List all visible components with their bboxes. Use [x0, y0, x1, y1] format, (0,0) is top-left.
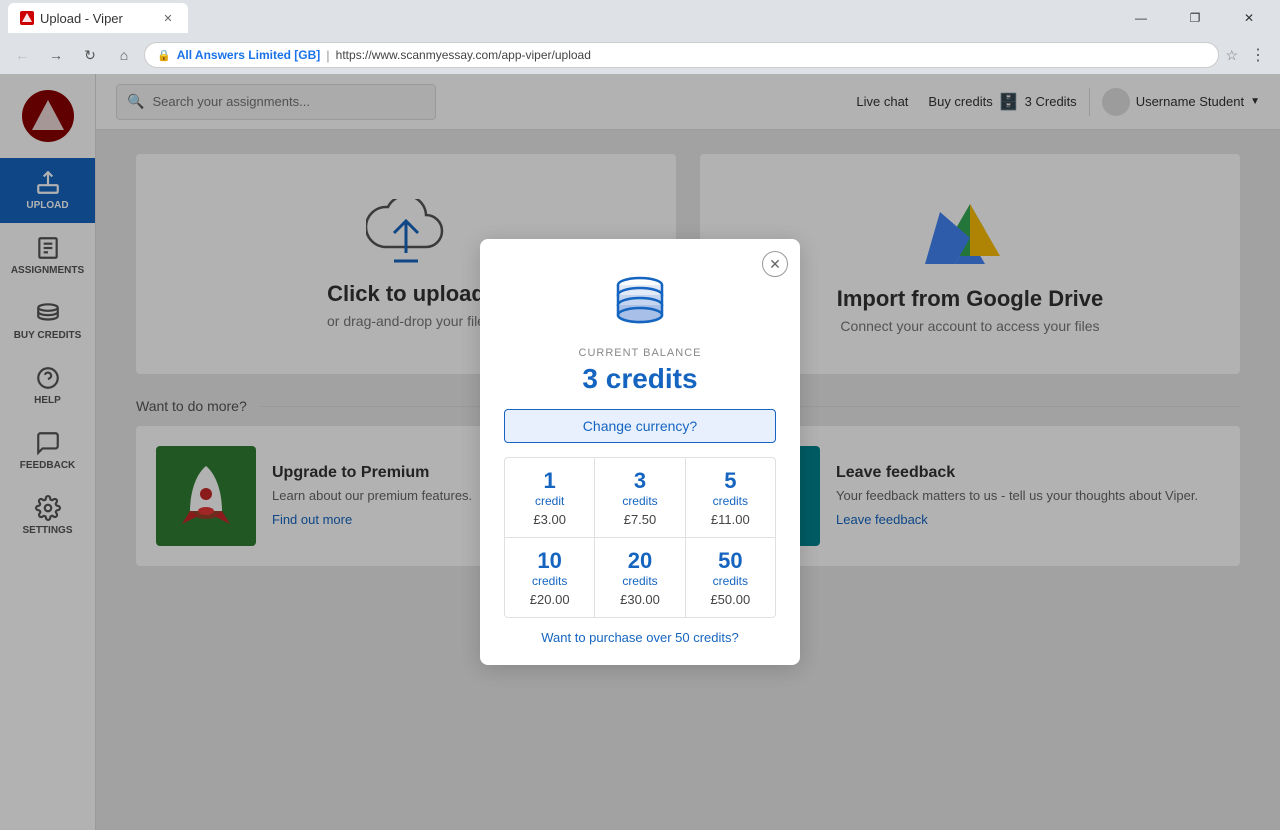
bookmark-icon[interactable]: ☆: [1225, 47, 1238, 64]
forward-button[interactable]: →: [42, 41, 70, 69]
close-button[interactable]: ✕: [1226, 4, 1272, 32]
buy-credits-modal: ✕ CURRENT BALANCE 3 credits Change curre…: [480, 239, 800, 665]
credit-unit-20: credits: [601, 574, 678, 588]
db-stack-icon: [504, 267, 776, 337]
credit-option-50[interactable]: 50 credits £50.00: [686, 538, 775, 617]
tab-title: Upload - Viper: [40, 11, 123, 26]
tab-close-button[interactable]: ✕: [160, 10, 176, 26]
back-button[interactable]: ←: [8, 41, 36, 69]
browser-menu-icon[interactable]: ⋮: [1244, 45, 1272, 65]
refresh-button[interactable]: ↻: [76, 41, 104, 69]
credit-price-10: £20.00: [511, 592, 588, 607]
modal-balance-value: 3 credits: [504, 363, 776, 395]
credit-price-1: £3.00: [511, 512, 588, 527]
credit-unit-1: credit: [511, 494, 588, 508]
credit-unit-5: credits: [692, 494, 769, 508]
browser-tab[interactable]: Upload - Viper ✕: [8, 3, 188, 33]
credit-option-3[interactable]: 3 credits £7.50: [595, 458, 684, 537]
credit-price-20: £30.00: [601, 592, 678, 607]
modal-balance-label: CURRENT BALANCE: [504, 347, 776, 359]
credit-price-5: £11.00: [692, 512, 769, 527]
credit-unit-50: credits: [692, 574, 769, 588]
credit-amount-10: 10: [511, 548, 588, 574]
site-label: All Answers Limited [GB]: [177, 48, 321, 62]
restore-button[interactable]: ❐: [1172, 4, 1218, 32]
credit-option-1[interactable]: 1 credit £3.00: [505, 458, 594, 537]
change-currency-button[interactable]: Change currency?: [504, 409, 776, 443]
credit-amount-1: 1: [511, 468, 588, 494]
credit-option-10[interactable]: 10 credits £20.00: [505, 538, 594, 617]
modal-overlay: ✕ CURRENT BALANCE 3 credits Change curre…: [0, 74, 1280, 830]
credit-price-3: £7.50: [601, 512, 678, 527]
modal-close-button[interactable]: ✕: [762, 251, 788, 277]
credit-options-grid: 1 credit £3.00 3 credits £7.50 5 credits…: [504, 457, 776, 618]
home-button[interactable]: ⌂: [110, 41, 138, 69]
credit-amount-20: 20: [601, 548, 678, 574]
bulk-purchase-link[interactable]: Want to purchase over 50 credits?: [504, 630, 776, 645]
address-url: https://www.scanmyessay.com/app-viper/up…: [336, 48, 591, 62]
credit-option-5[interactable]: 5 credits £11.00: [686, 458, 775, 537]
tab-favicon: [20, 11, 34, 25]
credit-unit-10: credits: [511, 574, 588, 588]
credit-option-20[interactable]: 20 credits £30.00: [595, 538, 684, 617]
address-bar[interactable]: 🔒 All Answers Limited [GB] | https://www…: [144, 42, 1219, 68]
credit-price-50: £50.00: [692, 592, 769, 607]
minimize-button[interactable]: —: [1118, 4, 1164, 32]
credit-amount-5: 5: [692, 468, 769, 494]
lock-icon: 🔒: [157, 49, 171, 62]
credit-amount-50: 50: [692, 548, 769, 574]
address-separator: |: [326, 48, 329, 63]
credit-amount-3: 3: [601, 468, 678, 494]
credit-unit-3: credits: [601, 494, 678, 508]
